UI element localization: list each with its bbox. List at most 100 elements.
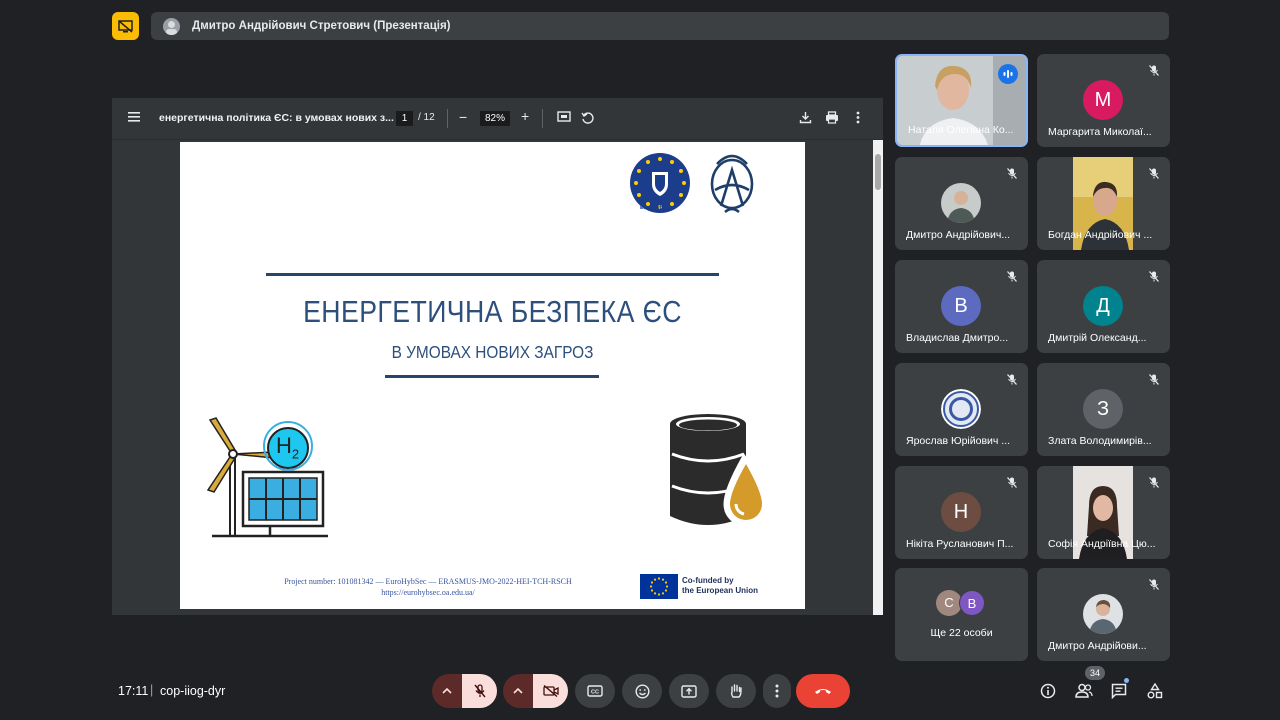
participant-tile[interactable]: З Злата Володимирів... xyxy=(1037,363,1170,456)
more-options-icon[interactable] xyxy=(856,111,860,124)
chevron-up-icon xyxy=(442,688,452,694)
renewable-energy-illustration xyxy=(206,417,328,538)
project-number: Project number: 101081342 — EuroHybSec —… xyxy=(284,577,572,586)
avatar: В xyxy=(941,286,981,326)
participant-tile[interactable]: Д Дмитрій Олександ... xyxy=(1037,260,1170,353)
project-info: Project number: 101081342 — EuroHybSec —… xyxy=(253,576,603,598)
project-url[interactable]: https://eurohybsec.oa.edu.ua/ xyxy=(253,587,603,598)
slide-subtitle: В УМОВАХ НОВИХ ЗАГРОЗ xyxy=(391,342,594,362)
more-participants-label: Ще 22 особи xyxy=(930,627,993,639)
mic-options-button[interactable] xyxy=(432,674,462,708)
meeting-code: cop-iiog-dyr xyxy=(160,684,226,698)
avatar xyxy=(941,183,981,223)
university-monogram-logo xyxy=(710,154,754,214)
emoji-icon xyxy=(634,683,650,699)
participant-tile[interactable]: Дмитро Андрійови... xyxy=(1037,568,1170,661)
camera-control-group xyxy=(503,674,568,708)
rotate-icon[interactable] xyxy=(581,111,595,125)
document-title: енергетична політика ЄС: в умовах нових … xyxy=(159,112,394,124)
presenter-bar: Дмитро Андрійович Стретович (Презентація… xyxy=(151,12,1169,40)
menu-icon[interactable] xyxy=(128,112,140,122)
svg-text:CC: CC xyxy=(591,690,599,696)
meeting-time: 17:11 xyxy=(118,684,149,698)
mic-off-icon xyxy=(1007,477,1017,488)
chevron-up-icon xyxy=(513,688,523,694)
speaking-indicator-icon xyxy=(998,64,1018,84)
pdf-page: EuroHybSec ЕНЕРГЕТИЧНА БЕЗПЕКА ЄС В УМОВ… xyxy=(180,142,805,609)
participant-name: Маргарита Миколаї... xyxy=(1048,126,1152,138)
zoom-out-button[interactable]: − xyxy=(459,109,467,125)
people-icon[interactable] xyxy=(1075,683,1093,698)
mic-off-icon xyxy=(1149,477,1159,488)
participant-name: Злата Володимирів... xyxy=(1048,435,1152,447)
page-total: / 12 xyxy=(418,112,435,123)
reactions-button[interactable] xyxy=(622,674,662,708)
camera-toggle-button[interactable] xyxy=(533,674,568,708)
download-icon[interactable] xyxy=(799,111,812,124)
participant-name: Ярослав Юрійович ... xyxy=(906,435,1011,447)
print-icon[interactable] xyxy=(825,111,839,124)
avatar: З xyxy=(1083,389,1123,429)
pdf-scrollbar[interactable] xyxy=(873,140,883,615)
page-number-input[interactable]: 1 xyxy=(396,111,413,126)
participant-tile[interactable]: Ярослав Юрійович ... xyxy=(895,363,1028,456)
captions-button[interactable]: CC xyxy=(575,674,615,708)
participant-name: Дмитро Андрійович... xyxy=(906,229,1011,241)
mic-control-group xyxy=(432,674,497,708)
more-participants-tile[interactable]: С В Ще 22 особи xyxy=(895,568,1028,661)
leave-call-button[interactable] xyxy=(796,674,850,708)
raise-hand-icon xyxy=(730,684,742,698)
mic-toggle-button[interactable] xyxy=(462,674,497,708)
logo-caption: EuroHybSec xyxy=(640,205,673,211)
presentation-indicator-icon[interactable] xyxy=(112,12,139,40)
participant-name: Дмитро Андрійови... xyxy=(1048,640,1147,652)
avatar: Н xyxy=(941,492,981,532)
participant-name: Софія Андріївна Цю... xyxy=(1048,538,1156,550)
mic-off-icon xyxy=(473,684,486,698)
avatar: М xyxy=(1083,80,1123,120)
participant-name: Владислав Дмитро... xyxy=(906,332,1009,344)
zoom-in-button[interactable]: + xyxy=(521,108,529,124)
participant-tile[interactable]: М Маргарита Миколаї... xyxy=(1037,54,1170,147)
chat-icon[interactable] xyxy=(1111,683,1127,699)
separator: | xyxy=(150,683,154,697)
presenter-label: Дмитро Андрійович Стретович (Презентація… xyxy=(192,20,451,32)
camera-off-icon xyxy=(542,685,559,697)
participant-tile[interactable]: Дмитро Андрійович... xyxy=(895,157,1028,250)
meeting-info-icon[interactable] xyxy=(1040,683,1056,699)
mic-off-icon xyxy=(1007,271,1017,282)
activities-icon[interactable] xyxy=(1147,683,1163,699)
participant-tile[interactable]: Богдан Андрійович ... xyxy=(1037,157,1170,250)
mic-off-icon xyxy=(1149,579,1159,590)
participant-name: Нікіта Русланович П... xyxy=(906,538,1014,550)
participant-name: Наталя Олегівна Ко... xyxy=(908,124,1014,136)
oil-barrel-illustration xyxy=(670,414,769,527)
mic-off-icon xyxy=(1149,168,1159,179)
camera-options-button[interactable] xyxy=(503,674,533,708)
avatar: В xyxy=(959,590,985,616)
slide-divider-bottom xyxy=(385,375,599,378)
eu-flag-logo xyxy=(640,574,678,599)
present-screen-icon xyxy=(681,684,697,698)
raise-hand-button[interactable] xyxy=(716,674,756,708)
avatar: Д xyxy=(1083,286,1123,326)
zoom-level-input[interactable]: 82% xyxy=(480,111,510,126)
participant-tile[interactable]: В Владислав Дмитро... xyxy=(895,260,1028,353)
mic-off-icon xyxy=(1149,271,1159,282)
participant-name: Дмитрій Олександ... xyxy=(1048,332,1147,344)
more-vert-icon xyxy=(775,684,779,698)
fit-page-icon[interactable] xyxy=(557,111,571,123)
hydrogen-label: H2 xyxy=(276,433,300,462)
participant-tile[interactable]: Софія Андріївна Цю... xyxy=(1037,466,1170,559)
participant-tile[interactable]: Наталя Олегівна Ко... xyxy=(895,54,1028,147)
more-options-button[interactable] xyxy=(763,674,791,708)
people-count-badge: 34 xyxy=(1085,666,1105,680)
pdf-toolbar: енергетична політика ЄС: в умовах нових … xyxy=(112,98,883,140)
slide-title: ЕНЕРГЕТИЧНА БЕЗПЕКА ЄС xyxy=(303,294,682,329)
participant-name: Богдан Андрійович ... xyxy=(1048,229,1153,241)
pdf-scroll-thumb[interactable] xyxy=(875,154,881,190)
participant-tile[interactable]: Н Нікіта Русланович П... xyxy=(895,466,1028,559)
present-screen-button[interactable] xyxy=(669,674,709,708)
hang-up-icon xyxy=(815,689,831,694)
presenter-avatar xyxy=(163,17,180,35)
